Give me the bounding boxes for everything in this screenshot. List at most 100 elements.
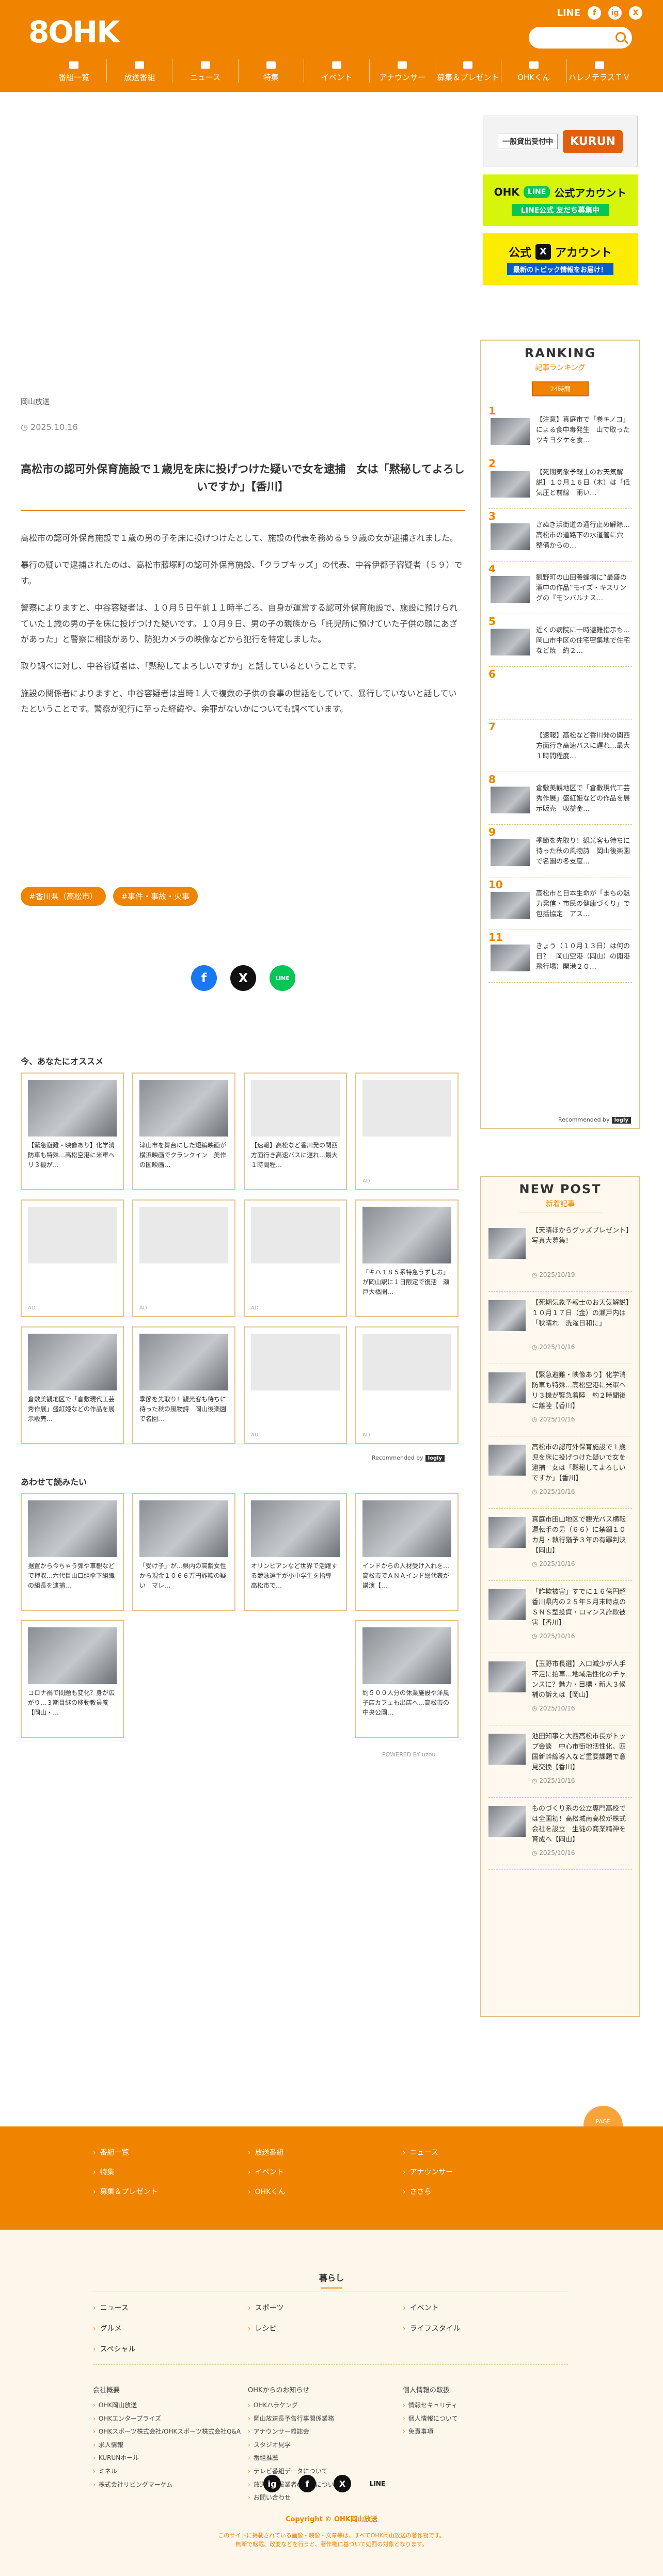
tag-incident[interactable]: #事件・事故・火事 [113, 887, 198, 906]
footer-info-link[interactable]: OHK岡山放送 [93, 2402, 248, 2410]
kurun-hall-banner[interactable]: 一般貸出受付中 KURUN [483, 116, 638, 167]
newpost-item[interactable]: 池田知事と大西高松市長がトップ会談 中心市街地活性化、四国新幹線導入など重要課題… [488, 1725, 632, 1798]
ranking-item[interactable]: 9 季節を先取り！観光客も待ちに待った秋の風物詩 岡山後楽園で名園の冬支度… [488, 825, 632, 877]
nav-announcers[interactable]: アナウンサー [369, 59, 435, 83]
footer-link[interactable]: イベント [248, 2167, 403, 2177]
site-logo[interactable]: 8OHK [28, 14, 120, 50]
footer-link[interactable]: アナウンサー [403, 2167, 558, 2177]
article-category[interactable]: 岡山放送 [21, 396, 50, 407]
kurashi-link[interactable]: スポーツ [248, 2302, 403, 2313]
footer-info-link[interactable]: 求人情報 [93, 2441, 248, 2450]
recommend-card[interactable]: 「キハ１８５系特急うずしお」が岡山駅に１日限定で復活 瀬戸大橋開… [355, 1199, 459, 1317]
footer-info-link[interactable]: スタジオ見学 [248, 2441, 403, 2450]
ranking-item[interactable]: 4 観野町の山田養蜂場に“最盛の酒中の作品”モイズ・キスリングの『モンパルナス… [488, 562, 632, 614]
footer-link[interactable]: 募集＆プレゼント [93, 2186, 248, 2197]
recommend-card[interactable]: 津山市を舞台にした短編映画が横浜映画でクランクイン 美作の国映画… [132, 1073, 235, 1190]
newpost-item[interactable]: 「詐欺被害」すでに１６億円超 香川県内の２５年５月末時点のＳＮＳ型投資・ロマンス… [488, 1581, 632, 1653]
nav-broadcast[interactable]: 放送番組 [106, 59, 172, 83]
line-official-banner[interactable]: OHK LINE 公式アカウント LINE公式 友だち募集中 [483, 174, 638, 226]
nav-programs[interactable]: 番組一覧 [41, 59, 106, 83]
search-input[interactable] [529, 27, 632, 49]
recommend-card[interactable]: 【速報】高松など香川発の関西方面行き高速バスに遅れ…最大１時間程… [244, 1073, 347, 1190]
footer-info-link[interactable]: 情報セキュリティ [403, 2402, 558, 2410]
recommend-card[interactable]: 季節を先取り！観光客も待ちに待った秋の風物詩 岡山後楽園で名園… [132, 1326, 235, 1444]
ranking-item[interactable]: 1 【注意】真庭市で「巻キノコ」による食中毒発生 山で取ったツキヨタケを食… [488, 404, 632, 456]
line-icon[interactable]: LINE [557, 8, 580, 19]
recommend-card[interactable]: AD [355, 1326, 459, 1444]
footer-info-link[interactable]: OHKスポーツ株式会社/OHKスポーツ株式会社Q&A [93, 2428, 248, 2436]
footer-info-link[interactable]: OHKエンタープライズ [93, 2415, 248, 2423]
nav-news[interactable]: ニュース [172, 59, 238, 83]
kurashi-link[interactable]: スペシャル [93, 2344, 248, 2354]
footer-info-link[interactable]: お問い合わせ [248, 2494, 403, 2502]
footer-link[interactable]: 放送番組 [248, 2147, 403, 2157]
newpost-item[interactable]: 【玉野市長選】入口減少が人手不足に拍車…地域活性化のチャンスに？魅力・目標・新人… [488, 1653, 632, 1725]
related-card[interactable]: 約５００人分の休業施設や洋風子店カフェも出店へ…高松市の中央公園… [355, 1620, 459, 1738]
footer-info-link[interactable]: 個人情報について [403, 2415, 558, 2423]
nav-presents[interactable]: 募集＆プレゼント [435, 59, 500, 83]
ranking-item[interactable]: 7 【速報】高松など香川発の関西方面行き高速バスに遅れ…最大１時間程度… [488, 719, 632, 772]
footer-info-link[interactable]: アナウンサー雑誌会 [248, 2428, 403, 2436]
ranking-item[interactable]: 2 【死期気象予報士のお天気解説】１０月１６日（木）は「低気圧と前線 雨い… [488, 456, 632, 509]
nav-ohkkun[interactable]: OHKくん [500, 59, 566, 83]
ranking-item[interactable]: 6 [488, 667, 632, 719]
newpost-item[interactable]: 【緊急避難・映像あり】化学消防車も特殊…高松空港に米軍ヘリ３機が緊急着陸 約２時… [488, 1364, 632, 1436]
newpost-item[interactable]: ものづくり系の公立専門高校では全国初！高松城南高校が株式会社を設立 生徒の商業精… [488, 1798, 632, 1870]
newpost-item[interactable]: 【死期気象予報士のお天気解説】１０月１７日（金）の瀬戸内は「秋晴れ 洗濯日和に」… [488, 1292, 632, 1364]
footer-info-link[interactable]: ミネル [93, 2468, 248, 2476]
footer-info-link[interactable]: OHKハラケング [248, 2402, 403, 2410]
footer-info-link[interactable]: 免責事項 [403, 2428, 558, 2436]
footer-info-link[interactable]: 株式会社リビングマーケム [93, 2481, 248, 2489]
recommend-card[interactable]: AD [244, 1326, 347, 1444]
x-official-banner[interactable]: 公式 X アカウント 最新のトピック情報をお届け！ [483, 233, 638, 285]
recommend-card[interactable]: 倉敷美観地区で「倉敷現代工芸秀作展」盛紅姫などの作品を展示販売… [21, 1326, 124, 1444]
ranking-item[interactable]: 10 高松市と日本生命が「まちの魅力発信・市民の健康づくり」で包括協定 アス… [488, 877, 632, 930]
facebook-icon[interactable]: f [588, 6, 601, 20]
footer-link[interactable]: 特集 [93, 2167, 248, 2177]
kurashi-link[interactable]: ニュース [93, 2302, 248, 2313]
newpost-item[interactable]: 【天晴ほからグッズプレゼント】写真大募集！ ◷ 2025/10/19 [488, 1220, 632, 1292]
recommend-card[interactable]: 【緊急避難・映像あり】化学消防車も特殊…高松空港に米軍ヘリ３機が… [21, 1073, 124, 1190]
ranking-item[interactable]: 11 きょう（１０月１３日）は何の日？ 岡山空港（岡山）の開港飛行場）開港２０… [488, 930, 632, 983]
footer-info-link[interactable]: 番組推薦 [248, 2454, 403, 2462]
related-card[interactable]: インドからの人材受け入れを…高松市でＡＮＡインド総代表が講演【… [355, 1493, 459, 1611]
related-card[interactable]: コロナ禍で問題も変化？身が広がり…３期目継の移動教員養【岡山・… [21, 1620, 124, 1738]
footer-info-link[interactable]: KURUNホール [93, 2454, 248, 2462]
nav-feature[interactable]: 特集 [238, 59, 304, 83]
recommend-card[interactable]: AD [244, 1199, 347, 1317]
kurashi-link[interactable]: レシピ [248, 2323, 403, 2333]
kurashi-link[interactable]: イベント [403, 2302, 558, 2313]
x-icon[interactable]: X [629, 6, 642, 20]
x-share-icon[interactable]: X [230, 965, 256, 991]
instagram-icon[interactable]: ig [263, 2475, 281, 2492]
ranking-item[interactable]: 3 さぬき浜街道の通行止め解除…高松市の道路下の水道管に穴 整備からの… [488, 509, 632, 562]
tab-24h[interactable]: 24時間 [532, 381, 589, 396]
facebook-icon[interactable]: f [298, 2475, 316, 2492]
recommend-card[interactable]: AD [355, 1073, 459, 1190]
footer-link[interactable]: ささら [403, 2186, 558, 2197]
facebook-share-icon[interactable]: f [191, 965, 217, 991]
kurashi-link[interactable]: ライフスタイル [403, 2323, 558, 2333]
ranking-item[interactable]: 5 近くの病院に一時避難指示も…岡山市中区の住宅密集地で住宅など焼 約２… [488, 614, 632, 667]
line-share-icon[interactable]: LINE [270, 965, 295, 991]
search-icon[interactable] [615, 32, 626, 42]
tag-kagawa[interactable]: #香川県（高松市） [21, 887, 106, 906]
related-card[interactable]: オリンピアンなど世界で活躍する競泳選手が小中学生を指導 高松市で… [244, 1493, 347, 1611]
line-icon[interactable]: LINE [369, 2475, 386, 2492]
newpost-item[interactable]: 高松市の認可外保育施設で１歳児を床に投げつけた疑いで女を逮捕 女は「黙秘してよろ… [488, 1436, 632, 1509]
recommend-card[interactable]: AD [132, 1199, 235, 1317]
instagram-icon[interactable]: ig [608, 6, 622, 20]
footer-link[interactable]: 番組一覧 [93, 2147, 248, 2157]
footer-info-link[interactable]: 岡山放送長予告行事関係業務 [248, 2415, 403, 2423]
ranking-item[interactable]: 8 倉敷美観地区で「倉敷現代工芸秀作展」盛紅姫などの作品を展示販売 収益金… [488, 772, 632, 825]
kurashi-link[interactable]: グルメ [93, 2323, 248, 2333]
nav-harenoterasu[interactable]: ハレノテラスＴＶ [566, 59, 632, 83]
related-card[interactable]: 据置から今ちゃう弾や車観などで押収…六代目山口組傘下組織の組長を逮捕… [21, 1493, 124, 1611]
x-icon[interactable]: X [334, 2475, 351, 2492]
footer-link[interactable]: OHKくん [248, 2186, 403, 2197]
newpost-item[interactable]: 真庭市田山地区で観光バス横転 運転手の男（６６）に禁錮１０カ月・執行猶予３年の有… [488, 1509, 632, 1581]
nav-events[interactable]: イベント [303, 59, 369, 83]
related-card[interactable]: 「受け子」が…県内の高齢女性から現金１０６６万円詐欺の疑い マレ… [132, 1493, 235, 1611]
footer-link[interactable]: ニュース [403, 2147, 558, 2157]
recommend-card[interactable]: AD [21, 1199, 124, 1317]
